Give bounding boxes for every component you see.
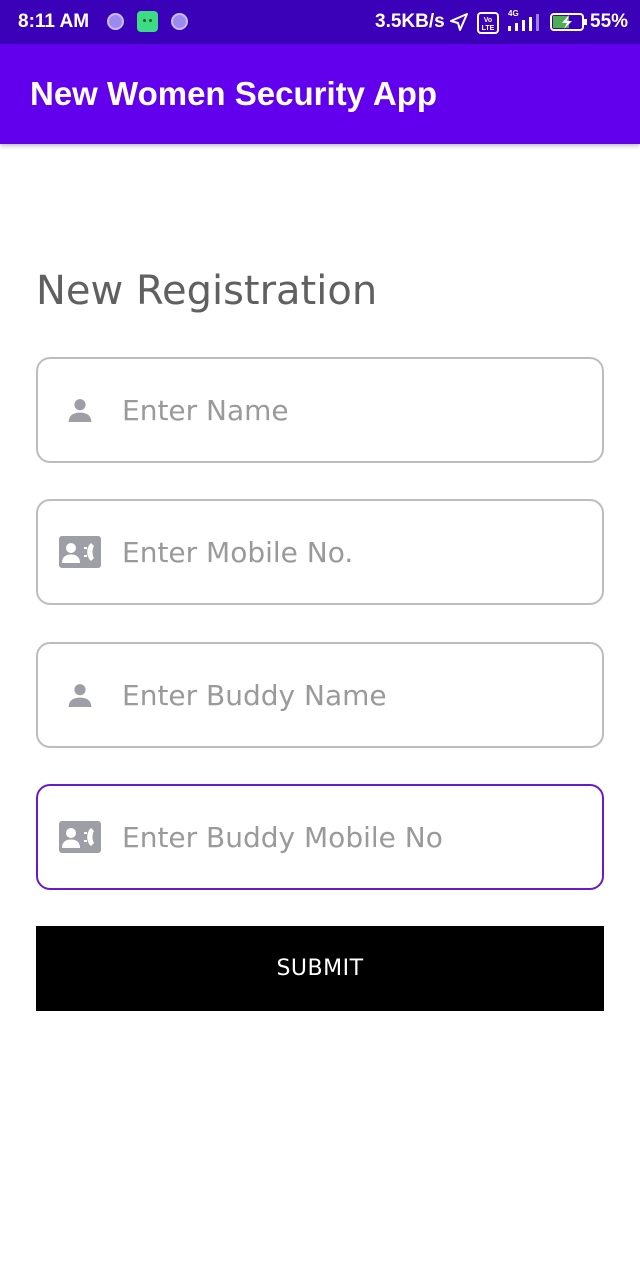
battery-percentage: 55% [590, 11, 629, 32]
name-field[interactable] [36, 357, 604, 463]
volte-label-top: Vo [484, 17, 492, 24]
navigation-arrow-icon [450, 13, 468, 31]
mobile-input[interactable] [122, 501, 592, 603]
person-icon [58, 675, 102, 715]
person-icon [58, 390, 102, 430]
status-bar: 8:11 AM 3.5KB/s Vo LTE 4G 55% [0, 0, 640, 44]
submit-button[interactable]: SUBMIT [36, 926, 604, 1011]
contact-phone-icon [58, 532, 102, 572]
buddy-mobile-field[interactable] [36, 784, 604, 890]
signal-icon [508, 14, 539, 31]
notification-dot-icon [107, 13, 124, 30]
buddy-mobile-input[interactable] [122, 786, 592, 888]
app-bar: New Women Security App [0, 44, 640, 144]
page-title: New Registration [36, 268, 378, 314]
volte-label-bottom: LTE [482, 25, 495, 32]
app-title: New Women Security App [30, 75, 438, 112]
volte-icon: Vo LTE [477, 12, 499, 34]
network-speed: 3.5KB/s [375, 11, 445, 32]
status-time: 8:11 AM [18, 11, 90, 32]
mobile-field[interactable] [36, 499, 604, 605]
battery-charging-icon [550, 13, 587, 31]
buddy-name-field[interactable] [36, 642, 604, 748]
notification-dot-icon [171, 13, 188, 30]
android-icon [137, 11, 158, 32]
buddy-name-input[interactable] [122, 644, 592, 746]
name-input[interactable] [122, 359, 592, 461]
contact-phone-icon [58, 817, 102, 857]
